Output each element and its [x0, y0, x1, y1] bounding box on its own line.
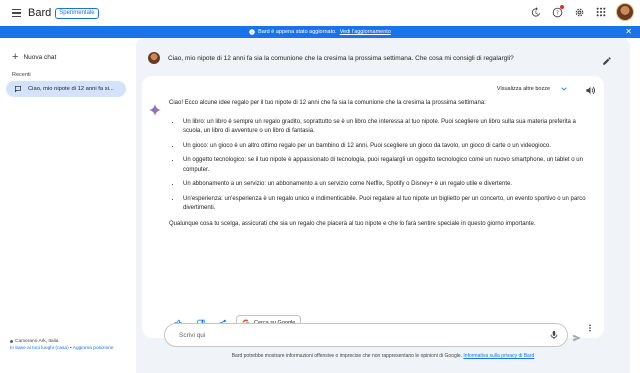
- plus-icon: +: [12, 51, 19, 63]
- recent-chat-label: Ciao, mio nipote di 12 anni fa si...: [28, 86, 114, 92]
- chevron-down-icon: [561, 87, 567, 91]
- banner-message: Bard è appena stato aggiornato.: [258, 29, 337, 35]
- list-item: Un gioco: un gioco è un altro ottimo reg…: [181, 142, 594, 152]
- prompt-input[interactable]: Scrivi qui: [164, 323, 568, 347]
- help-icon[interactable]: ?: [550, 5, 564, 19]
- recent-chat-item[interactable]: Ciao, mio nipote di 12 anni fa si...: [6, 81, 126, 97]
- response-intro: Ciao! Ecco alcune idee regalo per il tuo…: [169, 100, 486, 106]
- location-info: Camerano Ark, Italia In base ai tuoi luo…: [10, 338, 130, 352]
- svg-text:?: ?: [556, 10, 559, 16]
- app-brand[interactable]: Bard: [28, 7, 51, 19]
- settings-gear-icon[interactable]: [572, 5, 586, 19]
- notification-dot: [560, 5, 564, 9]
- disclaimer-text: Bard potrebbe mostrare informazioni offe…: [231, 353, 463, 359]
- list-item: Un'esperienza: un'esperienza è un regalo…: [181, 195, 594, 214]
- banner-link[interactable]: Vedi l'aggiornamento: [340, 29, 391, 35]
- close-icon[interactable]: ✕: [625, 27, 632, 36]
- location-dot-icon: [10, 340, 13, 343]
- info-icon: [249, 29, 255, 35]
- edit-icon[interactable]: [602, 53, 612, 71]
- update-location-link[interactable]: Aggiorna posizione: [73, 346, 114, 351]
- new-chat-button[interactable]: + Nuova chat: [6, 48, 62, 66]
- main-panel: Ciao, mio nipote di 12 anni fa sia la co…: [136, 38, 630, 373]
- disclaimer: Bard potrebbe mostrare informazioni offe…: [136, 353, 630, 359]
- top-icons: ?: [528, 3, 634, 21]
- chat-bubble-icon: [15, 86, 21, 93]
- send-icon[interactable]: [572, 330, 582, 348]
- bard-sparkle-icon: [149, 103, 161, 121]
- apps-grid-icon[interactable]: [594, 5, 608, 19]
- response-closing: Qualunque cosa tu scelga, assicurati che…: [169, 220, 536, 227]
- update-banner: Bard è appena stato aggiornato. Vedi l'a…: [0, 26, 640, 38]
- list-item: Un libro: un libro è sempre un regalo gr…: [181, 118, 594, 137]
- new-chat-label: Nuova chat: [23, 53, 57, 61]
- privacy-link[interactable]: Informativa sulla privacy di Bard: [463, 353, 534, 359]
- prompt-avatar: [148, 52, 160, 64]
- recent-label: Recenti: [12, 72, 31, 78]
- prompt-input-placeholder: Scrivi qui: [179, 331, 206, 339]
- list-item: Un oggetto tecnologico: se il tuo nipote…: [181, 156, 594, 175]
- response-text: Ciao! Ecco alcune idee regalo per il tuo…: [169, 99, 594, 229]
- list-item: Un abbonamento a un servizio: un abbonam…: [181, 180, 594, 190]
- response-card: Visualizza altre bozze Ciao! Ecco alcune…: [142, 76, 604, 338]
- view-drafts-label: Visualizza altre bozze: [496, 86, 550, 92]
- location-place: Camerano Ark, Italia: [15, 339, 59, 344]
- view-drafts-button[interactable]: Visualizza altre bozze: [497, 85, 568, 93]
- location-source-link[interactable]: In base ai tuoi luoghi (casa): [10, 346, 69, 351]
- experimental-badge: Sperimentale: [55, 7, 99, 19]
- microphone-icon[interactable]: [549, 329, 559, 343]
- history-icon[interactable]: [528, 5, 542, 19]
- top-bar: Bard Sperimentale ?: [0, 0, 640, 26]
- sidebar: + Nuova chat Recenti Ciao, mio nipote di…: [0, 38, 136, 373]
- gift-ideas-list: Un libro: un libro è sempre un regalo gr…: [181, 118, 594, 214]
- prompt-text: Ciao, mio nipote di 12 anni fa sia la co…: [168, 54, 514, 62]
- menu-icon[interactable]: [6, 3, 26, 23]
- user-avatar[interactable]: [616, 3, 634, 21]
- user-prompt: Ciao, mio nipote di 12 anni fa sia la co…: [148, 52, 514, 64]
- more-vert-icon[interactable]: [586, 319, 594, 337]
